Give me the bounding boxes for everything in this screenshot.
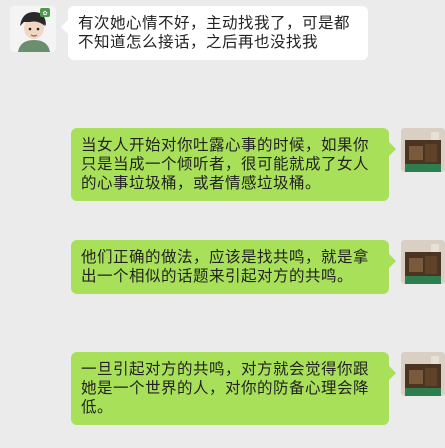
outgoing-message: 一旦引起对方的共鸣，对方就会觉得你跟她是一个世界的人，对你的防备心理会降低。	[71, 352, 396, 425]
outgoing-message: 他们正确的做法，应该是找共鸣，就是拿出一个相似的话题来引起对方的共鸣。	[71, 240, 396, 294]
incoming-message: 有次她心情不好，主动找我了，可是都不知道怎么接话，之后再也没找我	[61, 6, 368, 60]
user-avatar-icon	[401, 240, 445, 284]
my-avatar[interactable]	[401, 352, 445, 396]
user-avatar-icon: ✿	[10, 6, 56, 52]
my-avatar[interactable]	[401, 240, 445, 284]
contact-avatar[interactable]: ✿	[10, 6, 56, 52]
user-avatar-icon	[401, 128, 445, 172]
user-avatar-icon	[401, 352, 445, 396]
my-avatar[interactable]	[401, 128, 445, 172]
outgoing-message: 当女人开始对你吐露心事的时候，如果你只是当成一个倾听者，很可能就成了女人的心事垃…	[71, 128, 396, 201]
svg-text:✿: ✿	[42, 10, 47, 17]
